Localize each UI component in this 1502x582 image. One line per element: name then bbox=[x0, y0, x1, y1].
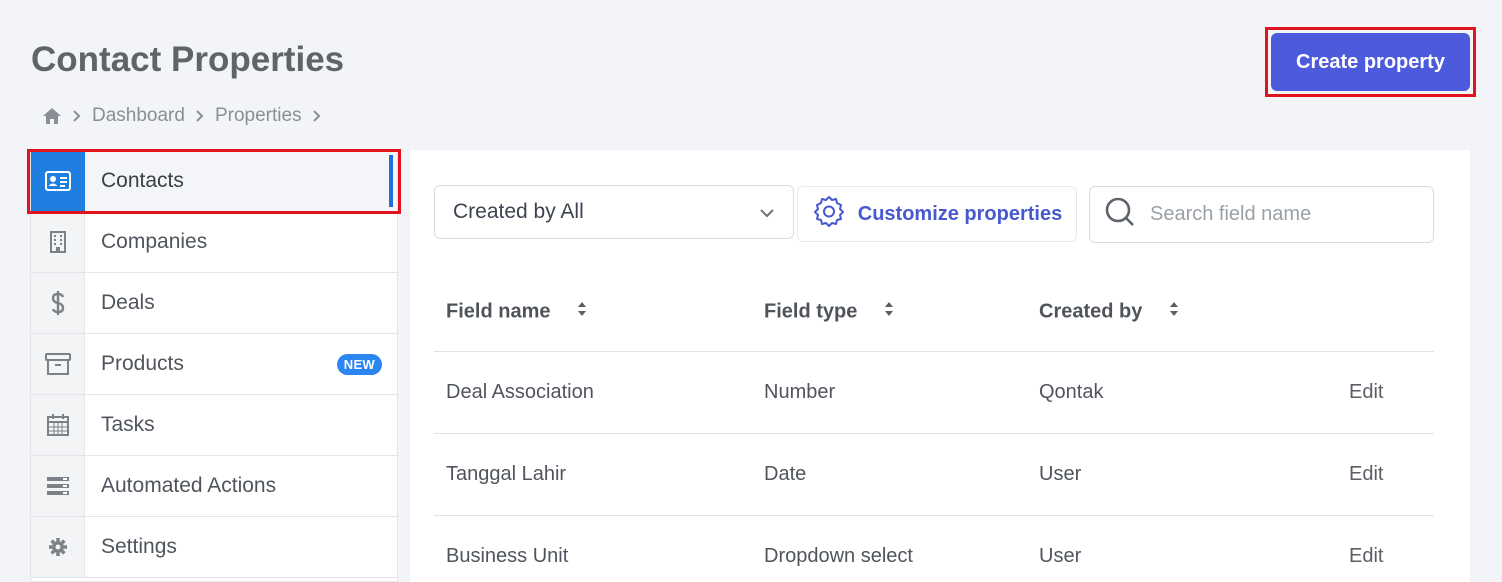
column-header-label: Field name bbox=[446, 300, 551, 323]
sidebar-item-contacts[interactable]: Contacts bbox=[31, 151, 397, 212]
server-icon bbox=[31, 456, 85, 516]
created-by-filter[interactable]: Created by All bbox=[434, 185, 794, 239]
edit-link[interactable]: Edit bbox=[1337, 351, 1434, 434]
sidebar-item-label: Companies bbox=[101, 230, 208, 253]
sidebar-item-deals[interactable]: Deals bbox=[31, 273, 397, 334]
gear-icon bbox=[31, 517, 85, 577]
cell-field-type: Date bbox=[752, 433, 1027, 516]
breadcrumb: Dashboard Properties bbox=[42, 105, 322, 127]
sort-icon[interactable] bbox=[1168, 300, 1180, 324]
dollar-icon bbox=[31, 273, 85, 333]
create-property-button[interactable]: Create property bbox=[1271, 33, 1470, 91]
filter-value: Created by All bbox=[453, 200, 584, 223]
column-header-label: Created by bbox=[1039, 300, 1143, 323]
page-title: Contact Properties bbox=[31, 40, 345, 79]
table-header-row: Field name Field type Created by bbox=[434, 273, 1434, 352]
gear-outline-icon bbox=[812, 194, 846, 234]
new-badge: NEW bbox=[336, 354, 382, 375]
column-header-created-by[interactable]: Created by bbox=[1027, 273, 1337, 352]
sort-icon[interactable] bbox=[883, 300, 895, 324]
sidebar-item-products[interactable]: Products NEW bbox=[31, 334, 397, 395]
chevron-right-icon bbox=[312, 109, 322, 123]
column-header-field-type[interactable]: Field type bbox=[752, 273, 1027, 352]
calendar-icon bbox=[31, 395, 85, 455]
cell-field-type: Dropdown select bbox=[752, 515, 1027, 582]
sidebar-item-label: Automated Actions bbox=[101, 474, 277, 497]
breadcrumb-dashboard[interactable]: Dashboard bbox=[92, 105, 185, 127]
column-header-field-name[interactable]: Field name bbox=[434, 273, 752, 352]
search-icon bbox=[1104, 196, 1136, 233]
cell-field-name: Deal Association bbox=[434, 351, 752, 434]
sidebar-item-automated-actions[interactable]: Automated Actions bbox=[31, 456, 397, 517]
chevron-right-icon bbox=[72, 109, 82, 123]
building-icon bbox=[31, 212, 85, 272]
contact-card-icon bbox=[31, 151, 85, 211]
customize-properties-button[interactable]: Customize properties bbox=[797, 186, 1077, 242]
home-icon[interactable] bbox=[42, 107, 62, 125]
cell-field-name: Tanggal Lahir bbox=[434, 433, 752, 516]
archive-box-icon bbox=[31, 334, 85, 394]
sidebar-item-label: Deals bbox=[101, 291, 155, 314]
edit-link[interactable]: Edit bbox=[1337, 515, 1434, 582]
sidebar-item-companies[interactable]: Companies bbox=[31, 212, 397, 273]
cell-created-by: User bbox=[1027, 515, 1337, 582]
table-row: Deal Association Number Qontak Edit bbox=[434, 351, 1434, 434]
cell-created-by: User bbox=[1027, 433, 1337, 516]
cell-field-type: Number bbox=[752, 351, 1027, 434]
table-row: Tanggal Lahir Date User Edit bbox=[434, 433, 1434, 516]
sidebar-item-label: Products bbox=[101, 352, 184, 375]
properties-sidebar: Contacts Companies Deals Products NEW Ta… bbox=[30, 150, 398, 582]
search-field[interactable] bbox=[1089, 186, 1434, 243]
sort-icon[interactable] bbox=[576, 300, 588, 324]
properties-table: Field name Field type Created by Deal As… bbox=[434, 273, 1434, 582]
sidebar-item-label: Contacts bbox=[101, 169, 184, 192]
column-header-actions bbox=[1337, 273, 1434, 352]
sidebar-item-label: Tasks bbox=[101, 413, 155, 436]
chevron-down-icon bbox=[759, 200, 775, 224]
chevron-right-icon bbox=[195, 109, 205, 123]
sidebar-item-settings[interactable]: Settings bbox=[31, 517, 397, 578]
edit-link[interactable]: Edit bbox=[1337, 433, 1434, 516]
sidebar-item-tasks[interactable]: Tasks bbox=[31, 395, 397, 456]
create-property-highlight: Create property bbox=[1265, 27, 1476, 97]
column-header-label: Field type bbox=[764, 300, 858, 323]
table-row: Business Unit Dropdown select User Edit bbox=[434, 515, 1434, 582]
properties-panel: Created by All Customize properties Fiel… bbox=[410, 150, 1470, 582]
cell-created-by: Qontak bbox=[1027, 351, 1337, 434]
sidebar-item-label: Settings bbox=[101, 535, 177, 558]
breadcrumb-properties[interactable]: Properties bbox=[215, 105, 302, 127]
customize-properties-label: Customize properties bbox=[857, 202, 1063, 225]
cell-field-name: Business Unit bbox=[434, 515, 752, 582]
search-input[interactable] bbox=[1150, 203, 1410, 226]
